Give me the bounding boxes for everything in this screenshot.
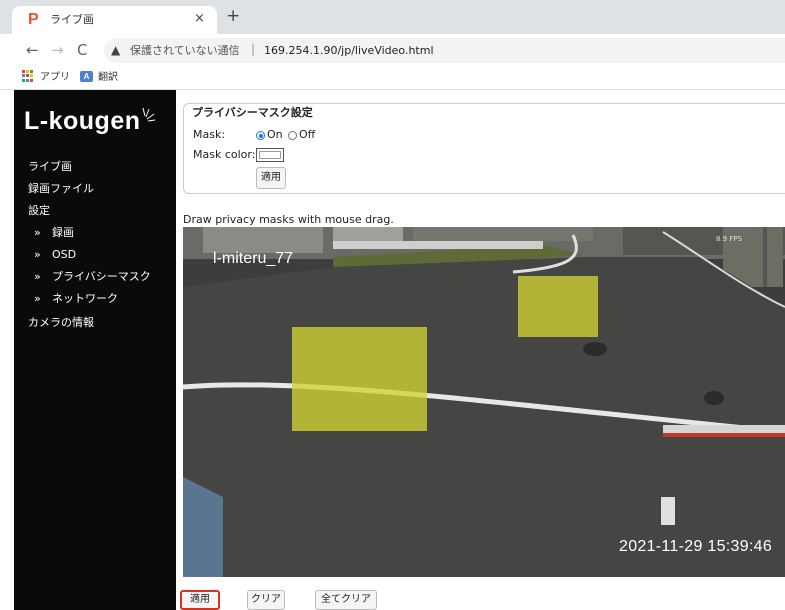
double-chevron-icon: »	[34, 226, 41, 239]
tab-close-icon[interactable]: ×	[194, 12, 205, 26]
privacy-mask-legend: プライバシーマスク設定	[188, 106, 317, 120]
mask-off-label[interactable]: Off	[299, 128, 315, 142]
new-tab-icon[interactable]: +	[226, 8, 240, 25]
bookmark-translate[interactable]: 翻訳	[98, 71, 118, 85]
double-chevron-icon: »	[34, 292, 41, 305]
sidebar-subitem-label: プライバシーマスク	[52, 270, 151, 283]
mask-color-label: Mask color:	[193, 148, 256, 161]
bookmark-apps[interactable]: アプリ	[40, 71, 70, 85]
url-separator: |	[251, 42, 256, 56]
mask-label: Mask:	[193, 128, 226, 141]
clear-button[interactable]: クリア	[247, 590, 285, 610]
bookmarks-bar: アプリ A 翻訳	[0, 66, 785, 90]
tab-title: ライブ画	[50, 13, 94, 26]
mask-on-radio[interactable]	[256, 131, 265, 140]
sidebar-item-settings[interactable]: 設定	[28, 204, 50, 218]
apps-grid-icon[interactable]	[22, 70, 34, 82]
browser-tabstrip: P ライブ画 × +	[0, 0, 785, 34]
mask-off-radio[interactable]	[288, 131, 297, 140]
tab-favicon-icon: P	[28, 11, 39, 28]
forward-arrow-icon[interactable]: →	[51, 42, 64, 58]
double-chevron-icon: »	[34, 248, 41, 261]
fps-overlay: 8.9 FPS	[716, 235, 743, 243]
address-bar: ← → C ▲ 保護されていない通信 | 169.254.1.90/jp/liv…	[0, 34, 785, 66]
sidebar-item-recordings[interactable]: 録画ファイル	[28, 182, 94, 196]
form-apply-button[interactable]: 適用	[256, 167, 286, 189]
sidebar-item-live[interactable]: ライブ画	[28, 160, 72, 174]
sidebar-item-camera-info[interactable]: カメラの情報	[28, 316, 94, 330]
sidebar: L-kougen ライブ画 録画ファイル 設定 » 録画 » OSD » プライバシー…	[14, 90, 176, 610]
security-status-text[interactable]: 保護されていない通信	[130, 43, 240, 58]
warning-icon[interactable]: ▲	[111, 42, 120, 58]
live-video-canvas[interactable]: 8.9 FPS l-miteru_77 2021-11-29 15:39:46	[183, 227, 785, 577]
double-chevron-icon: »	[34, 270, 41, 283]
camera-name-overlay: l-miteru_77	[213, 250, 294, 267]
apply-button[interactable]: 適用	[180, 590, 220, 610]
reload-icon[interactable]: C	[77, 42, 87, 58]
mask-color-swatch	[259, 151, 281, 159]
url-omnibox[interactable]: ▲ 保護されていない通信 | 169.254.1.90/jp/liveVideo…	[104, 38, 785, 63]
sidebar-subitem-label: ネットワーク	[52, 292, 118, 305]
url-text[interactable]: 169.254.1.90/jp/liveVideo.html	[264, 43, 434, 58]
privacy-mask-rect[interactable]	[518, 276, 598, 337]
browser-tab[interactable]: P ライブ画 ×	[12, 6, 217, 34]
sidebar-subitem-label: OSD	[52, 248, 77, 261]
clear-all-button[interactable]: 全てクリア	[315, 590, 377, 610]
mask-color-picker[interactable]	[256, 148, 284, 162]
translate-icon[interactable]: A	[80, 71, 93, 82]
logo: L-kougen	[24, 107, 141, 135]
video-scene	[183, 227, 785, 577]
sidebar-subitem-privacy-mask[interactable]: » プライバシーマスク	[34, 270, 151, 284]
sidebar-subitem-network[interactable]: » ネットワーク	[34, 292, 118, 306]
timestamp-overlay: 2021-11-29 15:39:46	[619, 538, 773, 555]
back-arrow-icon[interactable]: ←	[26, 42, 39, 58]
logo-rays-icon	[142, 107, 156, 122]
sidebar-subitem-recording[interactable]: » 録画	[34, 226, 74, 240]
sidebar-subitem-osd[interactable]: » OSD	[34, 248, 76, 262]
privacy-mask-rect[interactable]	[292, 327, 427, 431]
sidebar-subitem-label: 録画	[52, 226, 74, 239]
mask-on-label[interactable]: On	[267, 128, 283, 142]
draw-hint: Draw privacy masks with mouse drag.	[183, 213, 394, 226]
